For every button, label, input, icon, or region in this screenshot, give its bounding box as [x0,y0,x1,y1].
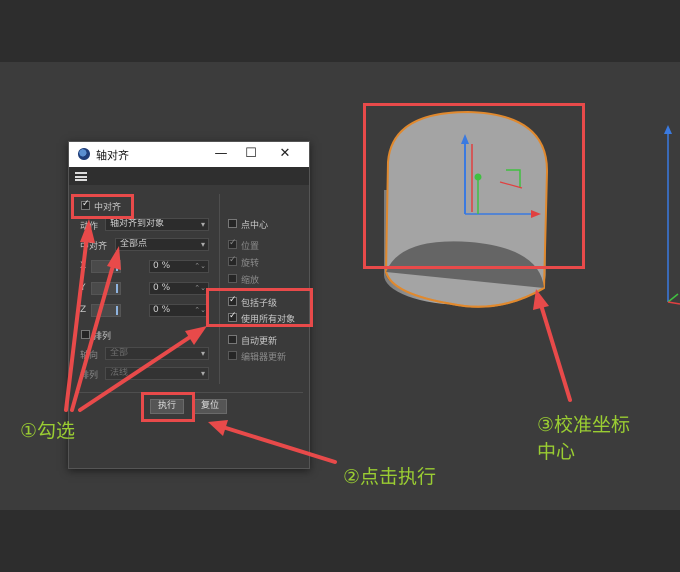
sort-select[interactable]: 法线 ▾ [105,367,209,380]
highlight-include-options [206,288,313,327]
axis-x-input[interactable]: 0 % ⌃⌄ [149,260,209,273]
axis-z-label: Z [80,305,87,315]
dialog-menubar [69,167,309,185]
position-label: 位置 [241,242,260,252]
chevron-down-icon: ▾ [200,349,205,358]
axis-z-value: 0 % [153,305,171,315]
minimize-icon[interactable]: — [210,145,232,163]
scale-label: 缩放 [241,276,260,286]
callout-step3-line1: ③校准坐标 [537,414,631,436]
point-center-label: 点中心 [241,221,269,231]
cinema4d-app-icon [78,148,90,160]
spinner-icon[interactable]: ⌃⌄ [194,283,206,294]
axis-z-input[interactable]: 0 % ⌃⌄ [149,304,209,317]
chevron-down-icon: ▾ [200,220,205,229]
axis-y-label: Y [80,283,86,293]
axis-dir-select[interactable]: 全部 ▾ [105,347,209,360]
auto-update-label: 自动更新 [241,337,278,347]
maximize-icon[interactable]: ☐ [240,145,262,163]
axis-y-slider[interactable] [91,282,121,295]
action-select-value: 轴对齐到对象 [110,219,165,229]
bottom-dark-band [0,510,680,572]
callout-step3-line2: 中心 [537,441,576,463]
sort-select-value: 法线 [110,368,129,378]
axis-x-value: 0 % [153,261,171,271]
axis-x-slider[interactable] [91,260,121,273]
rotation-checkbox[interactable] [228,255,237,266]
arrange-label: 排列 [93,332,112,342]
chevron-down-icon: ▾ [200,240,205,249]
action-select[interactable]: 轴对齐到对象 ▾ [105,218,209,231]
axis-x-label: X [80,261,87,271]
position-checkbox[interactable] [228,238,237,249]
point-center-checkbox[interactable] [228,219,237,228]
scale-checkbox[interactable] [228,274,237,283]
axis-y-input[interactable]: 0 % ⌃⌄ [149,282,209,295]
center-mode-select-value: 全部点 [120,239,148,249]
dialog-title: 轴对齐 [96,149,129,162]
highlight-execute-button [141,392,195,422]
reset-button[interactable]: 复位 [193,399,227,414]
dialog-titlebar[interactable]: 轴对齐 — ☐ ✕ [69,142,309,167]
rotation-label: 旋转 [241,259,260,269]
hamburger-menu-icon[interactable] [75,172,87,181]
axis-z-slider[interactable] [91,304,121,317]
highlight-cylinder [363,103,585,269]
editor-update-label: 编辑器更新 [241,353,287,363]
callout-step1: ①勾选 [20,420,76,442]
spinner-icon[interactable]: ⌃⌄ [194,261,206,272]
sort-label: 排列 [80,371,99,381]
auto-update-checkbox[interactable] [228,335,237,344]
world-axis-indicator [664,125,680,305]
close-icon[interactable]: ✕ [274,145,296,163]
top-dark-band [0,0,680,62]
arrange-checkbox[interactable] [81,330,90,339]
callout-step2: ②点击执行 [343,466,437,488]
axis-dir-select-value: 全部 [110,348,129,358]
spinner-icon[interactable]: ⌃⌄ [194,305,206,316]
editor-update-checkbox[interactable] [228,351,237,360]
chevron-down-icon: ▾ [200,369,205,378]
highlight-center-align [71,194,134,219]
axis-y-value: 0 % [153,283,171,293]
action-label: 动作 [80,222,99,232]
axis-dir-label: 轴向 [80,351,99,361]
center-mode-select[interactable]: 全部点 ▾ [115,238,209,251]
center-mode-label: 中对齐 [80,242,108,252]
